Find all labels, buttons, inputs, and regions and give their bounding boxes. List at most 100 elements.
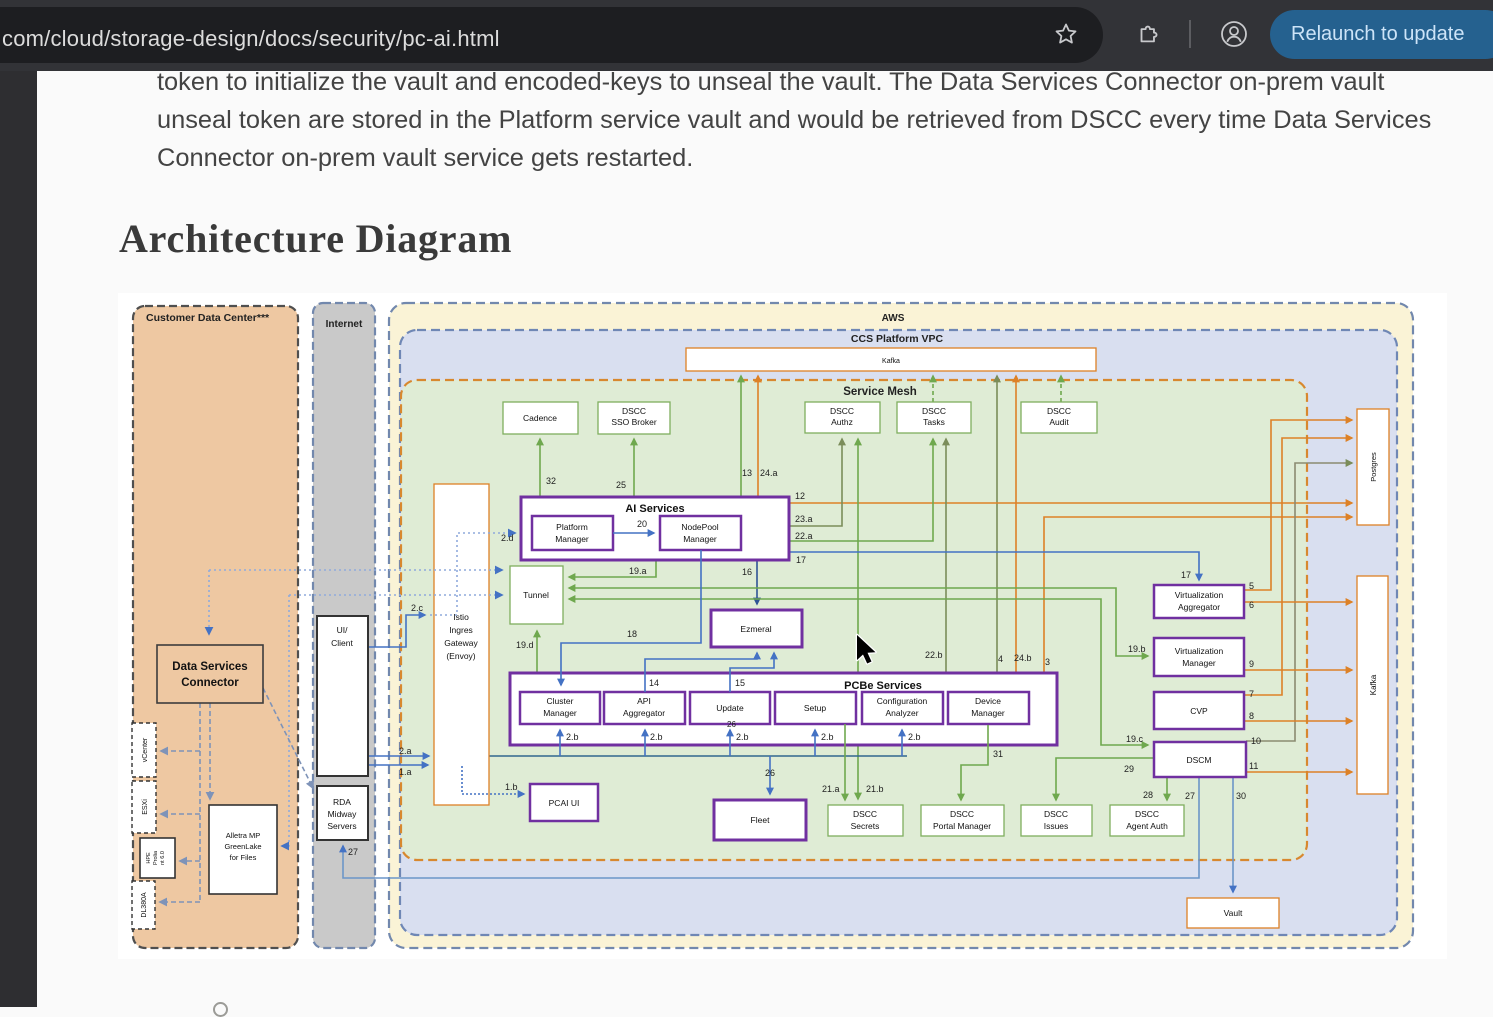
svg-text:Setup: Setup — [804, 703, 826, 713]
svg-text:Agent Auth: Agent Auth — [1126, 821, 1168, 831]
svg-text:Virtualization: Virtualization — [1175, 590, 1224, 600]
svg-text:19.a: 19.a — [629, 566, 647, 576]
svg-text:PCBe Services: PCBe Services — [844, 680, 922, 692]
svg-text:Prolia: Prolia — [153, 850, 159, 865]
svg-text:2.b: 2.b — [908, 732, 921, 742]
svg-text:19.b: 19.b — [1128, 644, 1146, 654]
svg-text:Servers: Servers — [327, 821, 356, 831]
svg-text:17: 17 — [1181, 570, 1191, 580]
svg-text:4: 4 — [998, 654, 1003, 664]
svg-text:NodePool: NodePool — [681, 522, 718, 532]
svg-text:DSCC: DSCC — [622, 406, 646, 416]
svg-text:23.a: 23.a — [795, 514, 813, 524]
svg-text:7: 7 — [1249, 689, 1254, 699]
svg-text:Alletra MP: Alletra MP — [226, 831, 261, 840]
svg-text:Portal Manager: Portal Manager — [933, 821, 991, 831]
svg-text:Manager: Manager — [683, 534, 717, 544]
svg-text:14: 14 — [649, 678, 659, 688]
svg-text:Cadence: Cadence — [523, 413, 557, 423]
svg-text:2.a: 2.a — [399, 746, 412, 756]
svg-text:DSCC: DSCC — [950, 809, 974, 819]
svg-text:Kafka: Kafka — [1369, 674, 1378, 695]
svg-text:Configuration: Configuration — [877, 696, 928, 706]
svg-text:DSCC: DSCC — [853, 809, 877, 819]
svg-text:16: 16 — [742, 567, 752, 577]
svg-text:21.a: 21.a — [822, 784, 840, 794]
svg-text:22.b: 22.b — [925, 650, 943, 660]
svg-text:nt 6.0: nt 6.0 — [160, 851, 166, 865]
svg-text:5: 5 — [1249, 581, 1254, 591]
svg-text:CCS Platform VPC: CCS Platform VPC — [851, 333, 944, 345]
svg-text:28: 28 — [1143, 790, 1153, 800]
svg-text:8: 8 — [1249, 711, 1254, 721]
svg-text:20: 20 — [637, 519, 647, 529]
svg-text:2.d: 2.d — [501, 533, 514, 543]
svg-text:Manager: Manager — [555, 534, 589, 544]
svg-text:Fleet: Fleet — [751, 815, 771, 825]
svg-text:9: 9 — [1249, 659, 1254, 669]
svg-text:Service Mesh: Service Mesh — [843, 386, 917, 398]
svg-text:Client: Client — [331, 638, 353, 648]
svg-text:Authz: Authz — [831, 417, 853, 427]
svg-text:Internet: Internet — [326, 319, 363, 330]
svg-text:Aggregator: Aggregator — [1178, 602, 1220, 612]
svg-text:Ezmeral: Ezmeral — [740, 624, 771, 634]
svg-text:API: API — [637, 696, 651, 706]
svg-text:Kafka: Kafka — [882, 358, 900, 365]
svg-text:1.a: 1.a — [399, 767, 412, 777]
svg-text:19.d: 19.d — [516, 640, 534, 650]
svg-text:vCenter: vCenter — [142, 737, 149, 762]
svg-text:Virtualization: Virtualization — [1175, 646, 1224, 656]
svg-text:Postgres: Postgres — [1369, 452, 1378, 482]
svg-text:27: 27 — [1185, 791, 1195, 801]
svg-text:21.b: 21.b — [866, 784, 884, 794]
svg-text:Secrets: Secrets — [851, 821, 880, 831]
svg-text:Issues: Issues — [1044, 821, 1069, 831]
svg-text:RDA: RDA — [333, 797, 351, 807]
svg-text:DSCC: DSCC — [1047, 406, 1071, 416]
svg-text:18: 18 — [627, 629, 637, 639]
svg-text:Platform: Platform — [556, 522, 588, 532]
svg-text:SSO Broker: SSO Broker — [611, 417, 657, 427]
svg-text:30: 30 — [1236, 791, 1246, 801]
svg-text:25: 25 — [616, 480, 626, 490]
svg-text:26: 26 — [765, 768, 775, 778]
svg-text:19.c: 19.c — [1126, 734, 1144, 744]
svg-text:24.a: 24.a — [760, 468, 778, 478]
svg-text:15: 15 — [735, 678, 745, 688]
svg-text:AI Services: AI Services — [625, 503, 684, 515]
svg-text:24.b: 24.b — [1014, 653, 1032, 663]
svg-text:Vault: Vault — [1224, 908, 1243, 918]
svg-text:DSCC: DSCC — [1135, 809, 1159, 819]
svg-text:Aggregator: Aggregator — [623, 708, 665, 718]
svg-text:DSCC: DSCC — [922, 406, 946, 416]
svg-text:6: 6 — [1249, 600, 1254, 610]
svg-text:PCAI UI: PCAI UI — [549, 798, 580, 808]
svg-text:Tasks: Tasks — [923, 417, 945, 427]
svg-text:Midway: Midway — [328, 809, 358, 819]
svg-text:26: 26 — [727, 720, 736, 729]
svg-text:3: 3 — [1045, 657, 1050, 667]
svg-text:2.b: 2.b — [650, 732, 663, 742]
svg-text:Customer Data Center***: Customer Data Center*** — [146, 312, 270, 324]
svg-text:DL380A: DL380A — [141, 892, 148, 918]
svg-text:12: 12 — [795, 491, 805, 501]
svg-text:2.b: 2.b — [566, 732, 579, 742]
svg-text:ESXi: ESXi — [142, 799, 149, 815]
svg-text:Data Services: Data Services — [172, 661, 247, 673]
svg-text:17: 17 — [796, 555, 806, 565]
svg-text:UI/: UI/ — [337, 625, 349, 635]
svg-text:for Files: for Files — [230, 853, 257, 862]
svg-text:13: 13 — [742, 468, 752, 478]
svg-text:Gateway: Gateway — [444, 638, 478, 648]
svg-text:22.a: 22.a — [795, 531, 813, 541]
svg-text:2.b: 2.b — [821, 732, 834, 742]
svg-text:Connector: Connector — [181, 677, 239, 689]
svg-text:Device: Device — [975, 696, 1001, 706]
svg-text:1.b: 1.b — [505, 782, 518, 792]
svg-text:Update: Update — [716, 703, 744, 713]
svg-text:Manager: Manager — [971, 708, 1005, 718]
svg-text:2.c: 2.c — [411, 603, 424, 613]
svg-text:2.b: 2.b — [736, 732, 749, 742]
svg-text:32: 32 — [546, 476, 556, 486]
